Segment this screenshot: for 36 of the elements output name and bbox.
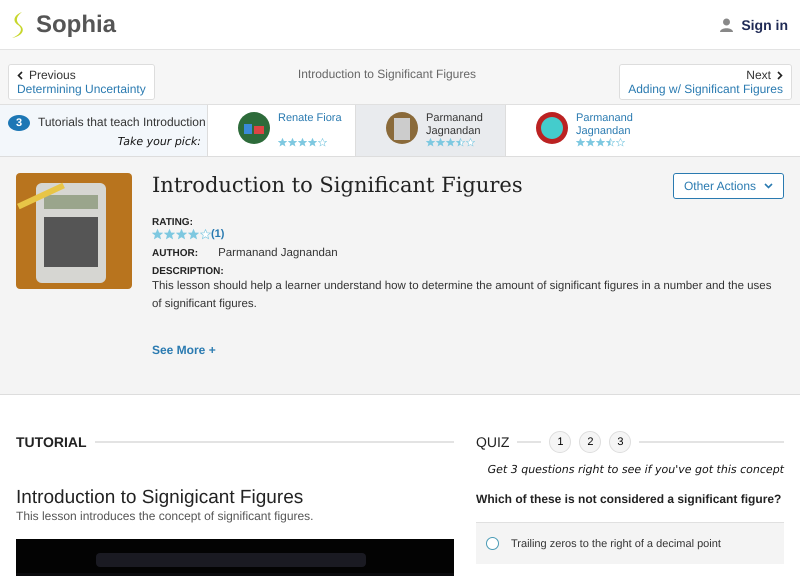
tutorial-heading: TUTORIAL <box>16 434 87 450</box>
quiz-step[interactable]: 3 <box>609 431 632 453</box>
previous-button[interactable]: Previous Determining Uncertainty <box>8 64 155 100</box>
description-label: DESCRIPTION: <box>152 266 225 277</box>
quiz-prompt: Get 3 questions right to see if you've got this concept <box>486 463 784 476</box>
tutorial-title: Introduction to Signigicant Figures <box>16 487 304 509</box>
author-name: Parmanand Jagnandan <box>218 246 338 261</box>
author-name: Renate Fiora <box>278 112 343 126</box>
current-title: Introduction to Significant Figures <box>298 67 476 81</box>
rating-label: RATING: <box>152 217 194 228</box>
user-icon <box>720 18 734 32</box>
other-actions-button[interactable]: Other Actions <box>672 173 784 199</box>
count-badge: 3 <box>8 115 30 131</box>
author-label: AUTHOR: <box>152 248 198 258</box>
radio-button[interactable] <box>486 537 499 550</box>
description-text: This lesson should help a learner understand how to determine the amount of significant figures in a number and the uses of significant figures. <box>152 279 772 312</box>
tutorial-subtitle: This lesson introduces the concept of significant figures. <box>16 509 314 523</box>
see-more-link[interactable]: See More + <box>152 343 216 357</box>
quiz-step[interactable]: 1 <box>549 431 572 453</box>
chevron-down-icon <box>764 183 773 189</box>
logo-text: Sophia <box>36 10 116 38</box>
answer-option[interactable]: Trailing zeros to the right of a decimal point <box>476 522 784 564</box>
chevron-left-icon <box>17 70 23 80</box>
quiz-heading: QUIZ <box>476 434 510 450</box>
chevron-right-icon <box>776 70 783 80</box>
author-name: Parmanand Jagnandan <box>426 112 484 138</box>
quiz-step[interactable]: 2 <box>579 431 602 453</box>
sign-in-link[interactable]: Sign in <box>720 16 788 32</box>
author-name: Parmanand Jagnandan <box>576 112 634 138</box>
tutorial-card[interactable]: Parmanand Jagnandan <box>355 105 505 156</box>
quiz-question: Which of these is not considered a significant figure? <box>476 492 782 506</box>
tutorials-label: Tutorials that teach Introduction <box>38 115 206 131</box>
pick-label: Take your pick: <box>116 135 202 148</box>
lesson-title: Introduction to Significant Figures <box>152 173 523 199</box>
rating-count: (1) <box>211 228 224 240</box>
next-button[interactable]: Next Adding w/ Significant Figures <box>619 64 792 100</box>
